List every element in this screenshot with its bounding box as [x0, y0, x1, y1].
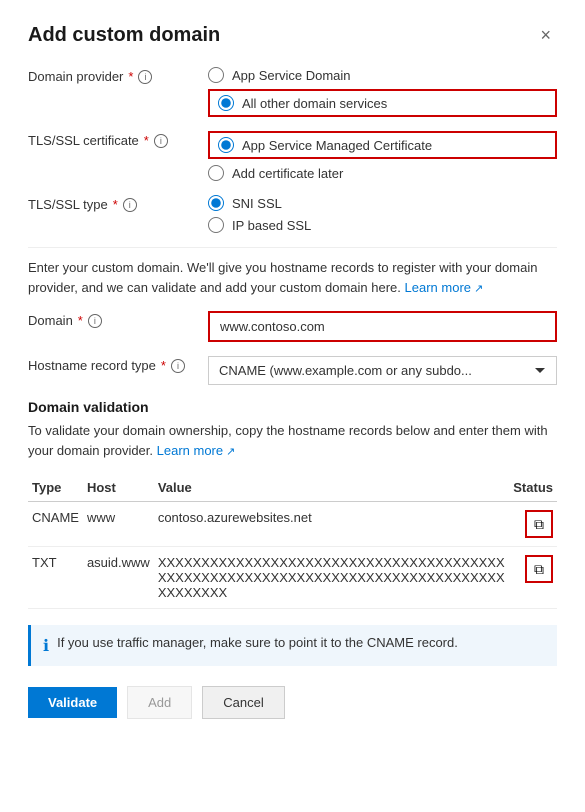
hostname-info-icon[interactable]: i	[171, 359, 185, 373]
tls-certificate-options: App Service Managed Certificate Add cert…	[208, 131, 557, 181]
table-body: CNAME www contoso.azurewebsites.net ⧉ TX…	[28, 502, 557, 609]
domain-provider-app-service[interactable]: App Service Domain	[208, 67, 557, 83]
tls-add-later-radio[interactable]	[208, 165, 224, 181]
domain-provider-info-icon[interactable]: i	[138, 70, 152, 84]
validation-table: Type Host Value Status CNAME www contoso…	[28, 474, 557, 609]
tls-type-ip-radio[interactable]	[208, 217, 224, 233]
domain-field-container	[208, 311, 557, 342]
tls-type-sni-label: SNI SSL	[232, 196, 282, 211]
domain-provider-app-service-radio[interactable]	[208, 67, 224, 83]
domain-provider-label: Domain provider * i	[28, 67, 208, 84]
col-host: Host	[83, 474, 154, 502]
domain-info-icon[interactable]: i	[88, 314, 102, 328]
table-header-row: Type Host Value Status	[28, 474, 557, 502]
tls-type-ip-label: IP based SSL	[232, 218, 311, 233]
tls-type-options: SNI SSL IP based SSL	[208, 195, 557, 233]
txt-type-cell: TXT	[28, 547, 83, 609]
close-button[interactable]: ×	[534, 24, 557, 46]
tls-type-ip[interactable]: IP based SSL	[208, 217, 557, 233]
col-value: Value	[154, 474, 509, 502]
dialog-title: Add custom domain	[28, 24, 220, 47]
copy-icon: ⧉	[534, 561, 544, 578]
tls-certificate-label: TLS/SSL certificate * i	[28, 131, 208, 148]
domain-field-label: Domain * i	[28, 311, 208, 328]
hostname-record-row: Hostname record type * i CNAME (www.exam…	[28, 356, 557, 385]
domain-validation-section: Domain validation To validate your domai…	[28, 399, 557, 609]
footer-buttons: Validate Add Cancel	[28, 686, 557, 719]
domain-provider-options: App Service Domain All other domain serv…	[208, 67, 557, 117]
tls-add-later-label: Add certificate later	[232, 166, 343, 181]
tls-certificate-row: TLS/SSL certificate * i App Service Mana…	[28, 131, 557, 181]
tls-app-service-managed[interactable]: App Service Managed Certificate	[208, 131, 557, 159]
required-indicator-domain: *	[78, 313, 83, 328]
cancel-button[interactable]: Cancel	[202, 686, 284, 719]
description-learn-more-link[interactable]: Learn more	[405, 280, 484, 295]
domain-provider-other-radio[interactable]	[218, 95, 234, 111]
cname-copy-button[interactable]: ⧉	[525, 510, 553, 538]
tls-type-info-icon[interactable]: i	[123, 198, 137, 212]
domain-validation-title: Domain validation	[28, 399, 557, 415]
table-row: TXT asuid.www XXXXXXXXXXXXXXXXXXXXXXXXXX…	[28, 547, 557, 609]
domain-provider-other-label: All other domain services	[242, 96, 387, 111]
tls-type-sni-radio[interactable]	[208, 195, 224, 211]
copy-icon: ⧉	[534, 516, 544, 533]
tls-app-service-managed-radio[interactable]	[218, 137, 234, 153]
txt-copy-button[interactable]: ⧉	[525, 555, 553, 583]
validate-button[interactable]: Validate	[28, 687, 117, 718]
section-divider	[28, 247, 557, 248]
domain-validation-desc: To validate your domain ownership, copy …	[28, 421, 557, 460]
required-indicator: *	[128, 69, 133, 84]
hostname-record-select[interactable]: CNAME (www.example.com or any subdo... A…	[208, 356, 557, 385]
hostname-record-container: CNAME (www.example.com or any subdo... A…	[208, 356, 557, 385]
info-banner-text: If you use traffic manager, make sure to…	[57, 635, 458, 650]
tls-certificate-info-icon[interactable]: i	[154, 134, 168, 148]
domain-provider-other-services[interactable]: All other domain services	[208, 89, 557, 117]
tls-app-service-managed-label: App Service Managed Certificate	[242, 138, 432, 153]
domain-provider-app-service-label: App Service Domain	[232, 68, 351, 83]
domain-field-row: Domain * i	[28, 311, 557, 342]
domain-input[interactable]	[208, 311, 557, 342]
tls-type-sni[interactable]: SNI SSL	[208, 195, 557, 211]
add-button[interactable]: Add	[127, 686, 192, 719]
add-custom-domain-dialog: Add custom domain × Domain provider * i …	[0, 0, 585, 812]
required-indicator-tls: *	[144, 133, 149, 148]
description-text: Enter your custom domain. We'll give you…	[28, 258, 557, 297]
txt-copy-cell: ⧉	[509, 547, 557, 609]
tls-type-label: TLS/SSL type * i	[28, 195, 208, 212]
txt-host-cell: asuid.www	[83, 547, 154, 609]
info-banner: ℹ If you use traffic manager, make sure …	[28, 625, 557, 666]
domain-provider-row: Domain provider * i App Service Domain A…	[28, 67, 557, 117]
tls-type-row: TLS/SSL type * i SNI SSL IP based SSL	[28, 195, 557, 233]
tls-add-later[interactable]: Add certificate later	[208, 165, 557, 181]
cname-copy-cell: ⧉	[509, 502, 557, 547]
table-header: Type Host Value Status	[28, 474, 557, 502]
table-row: CNAME www contoso.azurewebsites.net ⧉	[28, 502, 557, 547]
cname-value-cell: contoso.azurewebsites.net	[154, 502, 509, 547]
txt-value-cell: XXXXXXXXXXXXXXXXXXXXXXXXXXXXXXXXXXXXXXXX…	[154, 547, 509, 609]
dialog-header: Add custom domain ×	[28, 24, 557, 47]
cname-host-cell: www	[83, 502, 154, 547]
info-banner-icon: ℹ	[43, 636, 49, 656]
required-indicator-hostname: *	[161, 358, 166, 373]
hostname-record-label: Hostname record type * i	[28, 356, 208, 373]
col-type: Type	[28, 474, 83, 502]
required-indicator-tls-type: *	[113, 197, 118, 212]
cname-type-cell: CNAME	[28, 502, 83, 547]
validation-learn-more-link[interactable]: Learn more	[157, 443, 236, 458]
col-status: Status	[509, 474, 557, 502]
